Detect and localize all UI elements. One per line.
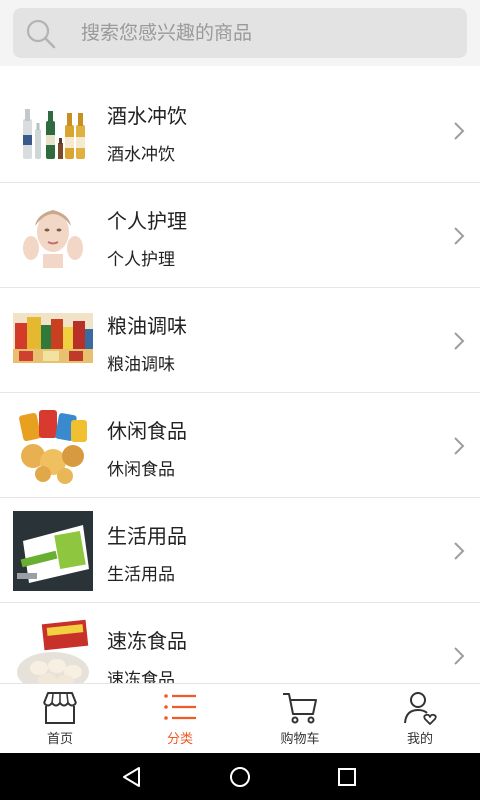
- tab-label: 分类: [166, 732, 193, 747]
- store-icon: [43, 692, 77, 724]
- list-item[interactable]: 酒水冲饮 酒水冲饮: [0, 78, 480, 183]
- tab-mine[interactable]: 我的: [360, 684, 480, 753]
- tab-label: 购物车: [280, 732, 320, 747]
- bottom-tab-bar: 首页 分类 购物车 我的: [0, 683, 480, 753]
- system-nav-bar: [0, 753, 480, 800]
- chevron-right-icon: [454, 647, 465, 665]
- cart-icon: [283, 693, 317, 724]
- category-thumbnail-daily-goods: [13, 511, 93, 591]
- category-subtitle: 粮油调味: [107, 355, 175, 375]
- category-thumbnail-snacks: [13, 406, 93, 486]
- list-item[interactable]: 休闲食品 休闲食品: [0, 393, 480, 498]
- category-thumbnail-grain-oil: [13, 301, 93, 381]
- list-item[interactable]: 生活用品 生活用品: [0, 498, 480, 603]
- search-placeholder: 搜索您感兴趣的商品: [81, 22, 253, 44]
- category-title: 粮油调味: [107, 314, 187, 338]
- list-item[interactable]: 粮油调味 粮油调味: [0, 288, 480, 393]
- list-item[interactable]: 速冻食品 速冻食品: [0, 603, 480, 683]
- category-thumbnail-frozen-food: [13, 616, 93, 683]
- tab-label: 首页: [46, 732, 73, 747]
- chevron-right-icon: [454, 332, 465, 350]
- category-thumbnail-drinks: [13, 91, 93, 171]
- chevron-right-icon: [454, 122, 465, 140]
- category-list: 酒水冲饮 酒水冲饮 个人护理 个人护理 粮油调味 粮油调味 休闲食品 休闲食品 …: [0, 78, 480, 683]
- category-subtitle: 生活用品: [107, 565, 175, 585]
- tab-category[interactable]: 分类: [120, 684, 240, 753]
- list-item[interactable]: 个人护理 个人护理: [0, 183, 480, 288]
- home-icon[interactable]: [228, 765, 252, 789]
- category-thumbnail-personal-care: [13, 196, 93, 276]
- category-title: 生活用品: [107, 524, 187, 548]
- category-title: 酒水冲饮: [107, 104, 187, 128]
- chevron-right-icon: [454, 437, 465, 455]
- category-subtitle: 休闲食品: [107, 460, 175, 480]
- chevron-right-icon: [454, 227, 465, 245]
- screen: 搜索您感兴趣的商品 酒水冲饮 酒水冲饮 个人护理 个人护理 粮油调味 粮油调味 …: [0, 0, 480, 800]
- user-heart-icon: [404, 692, 437, 725]
- back-icon[interactable]: [120, 765, 144, 789]
- tab-label: 我的: [406, 732, 433, 747]
- category-title: 速冻食品: [107, 629, 187, 653]
- search-icon: [26, 19, 56, 49]
- tab-home[interactable]: 首页: [0, 684, 120, 753]
- search-input[interactable]: 搜索您感兴趣的商品: [13, 8, 467, 58]
- tab-cart[interactable]: 购物车: [240, 684, 360, 753]
- list-icon: [164, 694, 196, 720]
- chevron-right-icon: [454, 542, 465, 560]
- category-subtitle: 速冻食品: [107, 670, 175, 683]
- search-header: 搜索您感兴趣的商品: [0, 0, 480, 66]
- category-title: 休闲食品: [107, 419, 187, 443]
- category-subtitle: 酒水冲饮: [107, 145, 175, 165]
- recents-icon[interactable]: [335, 765, 359, 789]
- category-subtitle: 个人护理: [107, 250, 175, 270]
- category-title: 个人护理: [107, 209, 187, 233]
